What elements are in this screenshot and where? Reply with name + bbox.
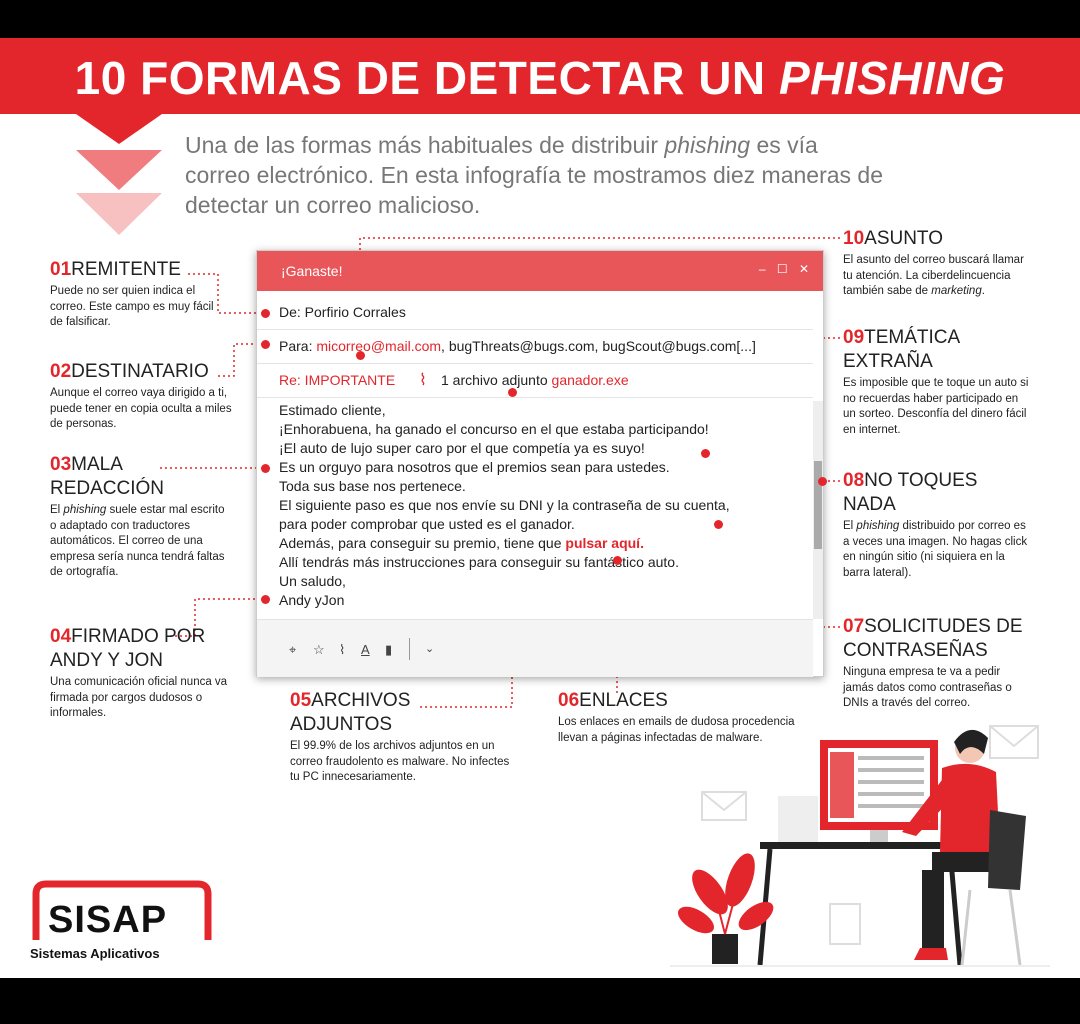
location-pin-icon[interactable]: ⌖ — [289, 642, 296, 658]
dot-05 — [508, 388, 517, 397]
tip-03: 03MALA REDACCIÓN El phishing suele estar… — [50, 454, 225, 578]
brand-name: SISAP — [48, 899, 168, 941]
dot-04 — [261, 595, 270, 604]
to-field: Para: micorreo@mail.com, bugThreats@bugs… — [257, 329, 813, 364]
from-field: De: Porfirio Corrales — [257, 295, 813, 330]
email-body: Estimado cliente, ¡Enhorabuena, ha ganad… — [279, 402, 730, 608]
scrollbar-thumb[interactable] — [814, 461, 822, 549]
email-window-title: ¡Ganaste! — [281, 263, 343, 279]
tip-05: 05ARCHIVOS ADJUNTOS El 99.9% de los arch… — [290, 690, 510, 783]
dot-03 — [261, 464, 270, 473]
brand-tagline: Sistemas Aplicativos — [30, 946, 160, 961]
subject-field: Re: IMPORTANTE ⌇ 1 archivo adjunto ganad… — [257, 363, 813, 398]
email-window: ¡Ganaste! – ☐ ✕ De: Porfirio Corrales Pa… — [256, 250, 824, 677]
tip-04: 04FIRMADO POR ANDY Y JON Una comunicació… — [50, 626, 228, 719]
attachment-file[interactable]: ganador.exe — [552, 372, 629, 388]
attach-icon[interactable]: ⌇ — [339, 642, 345, 658]
tip-10: 10ASUNTO El asunto del correo buscará ll… — [843, 228, 1024, 297]
tip-07: 07SOLICITUDES DE CONTRASEÑAS Ninguna emp… — [843, 616, 1023, 709]
subject-label: Re: IMPORTANTE — [279, 372, 396, 388]
dot-08 — [818, 477, 827, 486]
toolbar-divider — [409, 638, 410, 660]
person-at-computer-illustration — [670, 725, 1050, 967]
email-titlebar: ¡Ganaste! – ☐ ✕ — [257, 251, 823, 291]
text-format-icon[interactable]: A — [361, 642, 370, 657]
star-icon[interactable]: ☆ — [313, 642, 325, 658]
to-first-link[interactable]: micorreo@mail.com — [316, 338, 441, 354]
phishing-link[interactable]: pulsar aquí. — [565, 535, 644, 551]
dot-10 — [356, 351, 365, 360]
chevron-down-icon[interactable]: ⌄ — [425, 642, 434, 655]
dot-09 — [701, 449, 710, 458]
dot-07 — [714, 520, 723, 529]
compose-toolbar: ⌖ ☆ ⌇ A ▮ ⌄ — [257, 619, 813, 677]
paperclip-icon: ⌇ — [419, 372, 427, 389]
dot-01 — [261, 309, 270, 318]
from-label: De: Porfirio Corrales — [279, 304, 406, 320]
bottom-black-bar — [0, 978, 1080, 1024]
tip-08: 08NO TOQUES NADA El phishing distribuido… — [843, 470, 1028, 579]
window-controls[interactable]: – ☐ ✕ — [759, 262, 813, 276]
dot-06 — [613, 556, 622, 565]
infographic-canvas: 10 FORMAS DE DETECTAR UN PHISHING Una de… — [0, 0, 1080, 1024]
tip-02: 02DESTINATARIO Aunque el correo vaya dir… — [50, 361, 232, 430]
tip-01: 01REMITENTE Puede no ser quien indica el… — [50, 259, 214, 328]
scrollbar[interactable] — [813, 401, 823, 619]
dot-02 — [261, 340, 270, 349]
tip-09: 09TEMÁTICA EXTRAÑA Es imposible que te t… — [843, 327, 1029, 436]
trash-icon[interactable]: ▮ — [385, 642, 392, 658]
desk — [760, 842, 960, 849]
